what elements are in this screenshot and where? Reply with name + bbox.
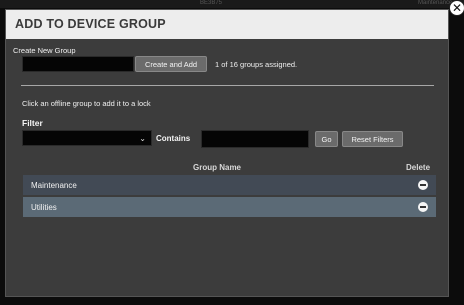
column-header-group-name: Group Name bbox=[193, 163, 242, 172]
chevron-down-icon: ⌄ bbox=[139, 133, 146, 143]
reset-filters-button[interactable]: Reset Filters bbox=[342, 131, 403, 147]
create-and-add-button[interactable]: Create and Add bbox=[135, 56, 207, 72]
close-icon[interactable]: ✕ bbox=[449, 0, 464, 16]
column-header-delete: Delete bbox=[406, 163, 431, 172]
group-name: Maintenance bbox=[31, 180, 77, 190]
section-divider bbox=[21, 85, 434, 86]
filter-select[interactable]: ⌄ bbox=[22, 130, 152, 146]
backdrop-bar bbox=[0, 0, 464, 8]
dialog-title: ADD TO DEVICE GROUP bbox=[6, 10, 448, 39]
add-to-device-group-dialog: ADD TO DEVICE GROUP Create New Group Cre… bbox=[5, 9, 449, 297]
instructions-text: Click an offline group to add it to a lo… bbox=[22, 99, 151, 108]
go-button[interactable]: Go bbox=[315, 131, 338, 147]
table-row[interactable]: Maintenance bbox=[23, 175, 436, 195]
assigned-status-text: 1 of 16 groups assigned. bbox=[215, 60, 298, 69]
filter-label: Filter bbox=[22, 118, 43, 128]
table-row[interactable]: Utilities bbox=[23, 197, 436, 217]
group-name: Utilities bbox=[31, 202, 57, 212]
create-group-label: Create New Group bbox=[13, 46, 76, 55]
delete-icon[interactable] bbox=[418, 180, 428, 190]
contains-label: Contains bbox=[156, 134, 191, 143]
backdrop-title-fragment: BE3B75 bbox=[200, 0, 223, 6]
contains-input[interactable] bbox=[201, 130, 309, 148]
delete-icon[interactable] bbox=[418, 202, 428, 212]
backdrop-right-fragment: Maintenance bbox=[418, 0, 453, 6]
new-group-name-input[interactable] bbox=[22, 56, 134, 72]
